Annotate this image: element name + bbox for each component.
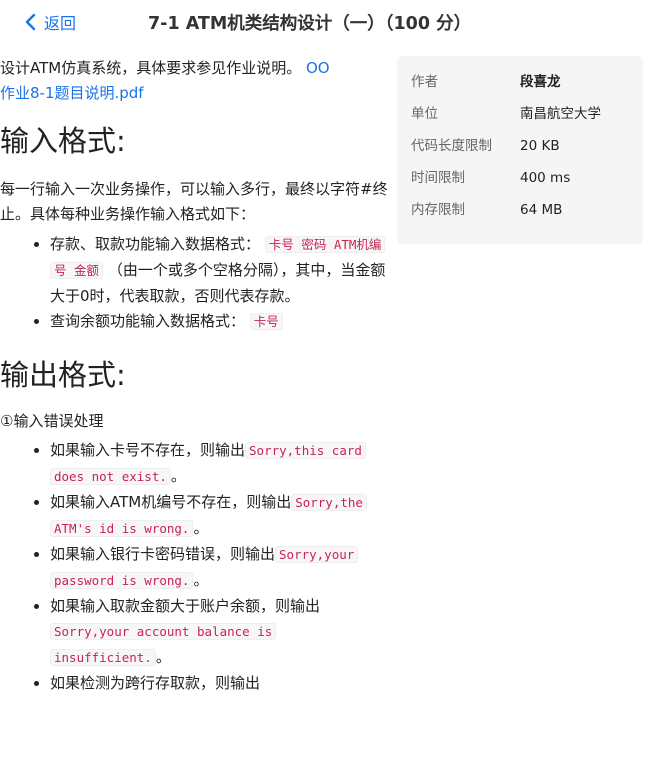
list-item-text: 如果输入取款金额大于账户余额，则输出 — [50, 597, 321, 615]
info-row-time-limit: 时间限制 400 ms — [411, 168, 636, 188]
list-item: 如果检测为跨行存取款，则输出 — [50, 671, 392, 696]
list-item-text: 如果输入银行卡密码错误，则输出 — [50, 545, 276, 563]
info-row-code-size: 代码长度限制 20 KB — [411, 136, 636, 156]
problem-description: 设计ATM仿真系统，具体要求参见作业说明。 OO 作业8-1题目说明.pdf 输入… — [0, 56, 392, 696]
list-item: 如果输入取款金额大于账户余额，则输出Sorry,your account bal… — [50, 594, 392, 671]
list-item-text: 。 — [193, 571, 209, 589]
list-item-text: 。 — [193, 519, 209, 537]
chevron-left-icon — [25, 13, 36, 31]
input-format-desc: 每一行输入一次业务操作，可以输入多行，最终以字符#终止。具体每种业务操作输入格式… — [0, 180, 388, 223]
author-link[interactable]: 段喜龙 — [520, 72, 561, 92]
list-item: 如果输入银行卡密码错误，则输出Sorry,your password is wr… — [50, 542, 392, 594]
info-row-organization: 单位 南昌航空大学 — [411, 104, 636, 124]
list-item-text: 。 — [170, 467, 186, 485]
input-format-list: 存款、取款功能输入数据格式： 卡号 密码 ATM机编号 金额 （由一个或多个空格… — [0, 232, 392, 335]
info-row-memory-limit: 内存限制 64 MB — [411, 200, 636, 220]
list-item-text: 查询余额功能输入数据格式： — [50, 312, 246, 330]
back-label: 返回 — [44, 14, 77, 33]
list-item-text: 如果输入卡号不存在，则输出 — [50, 441, 246, 459]
info-key: 时间限制 — [411, 170, 465, 186]
list-item-text: 存款、取款功能输入数据格式： — [50, 235, 261, 253]
output-format-list: 如果输入卡号不存在，则输出Sorry,this card does not ex… — [0, 438, 392, 696]
info-key: 单位 — [411, 106, 438, 122]
info-value: 64 MB — [520, 202, 563, 218]
info-value: 南昌航空大学 — [520, 106, 601, 122]
problem-info-panel: 作者 段喜龙 单位 南昌航空大学 代码长度限制 20 KB 时间限制 400 m… — [397, 56, 643, 244]
list-item: 查询余额功能输入数据格式： 卡号 — [50, 309, 392, 335]
intro-text: 设计ATM仿真系统，具体要求参见作业说明。 — [0, 59, 302, 77]
list-item-text: 。 — [155, 648, 171, 666]
list-item: 存款、取款功能输入数据格式： 卡号 密码 ATM机编号 金额 （由一个或多个空格… — [50, 232, 392, 309]
output-format-heading: 输出格式: — [0, 358, 126, 392]
info-value: 20 KB — [520, 138, 560, 154]
intro-paragraph: 设计ATM仿真系统，具体要求参见作业说明。 OO 作业8-1题目说明.pdf — [0, 56, 392, 106]
info-key: 作者 — [411, 74, 438, 90]
list-item-text: 如果检测为跨行存取款，则输出 — [50, 674, 261, 692]
back-button[interactable]: 返回 — [24, 10, 76, 34]
pdf-link-text: 作业8-1题目说明.pdf — [0, 84, 144, 102]
info-key: 内存限制 — [411, 202, 465, 218]
top-bar: 返回 7-1 ATM机类结构设计（一）（100 分） — [0, 0, 647, 44]
info-row-author: 作者 段喜龙 — [411, 72, 636, 92]
attachment-icon: OO — [305, 59, 330, 77]
output-subheading: ①输入错误处理 — [0, 412, 104, 430]
list-item: 如果输入卡号不存在，则输出Sorry,this card does not ex… — [50, 438, 392, 490]
input-format-heading: 输入格式: — [0, 124, 126, 158]
info-value: 400 ms — [520, 170, 571, 186]
list-item-text: 如果输入ATM机编号不存在，则输出 — [50, 493, 292, 511]
code-snippet: 卡号 — [249, 313, 283, 330]
info-key: 代码长度限制 — [411, 138, 492, 154]
page-title: 7-1 ATM机类结构设计（一）（100 分） — [148, 14, 472, 34]
list-item: 如果输入ATM机编号不存在，则输出Sorry,the ATM's id is w… — [50, 490, 392, 542]
